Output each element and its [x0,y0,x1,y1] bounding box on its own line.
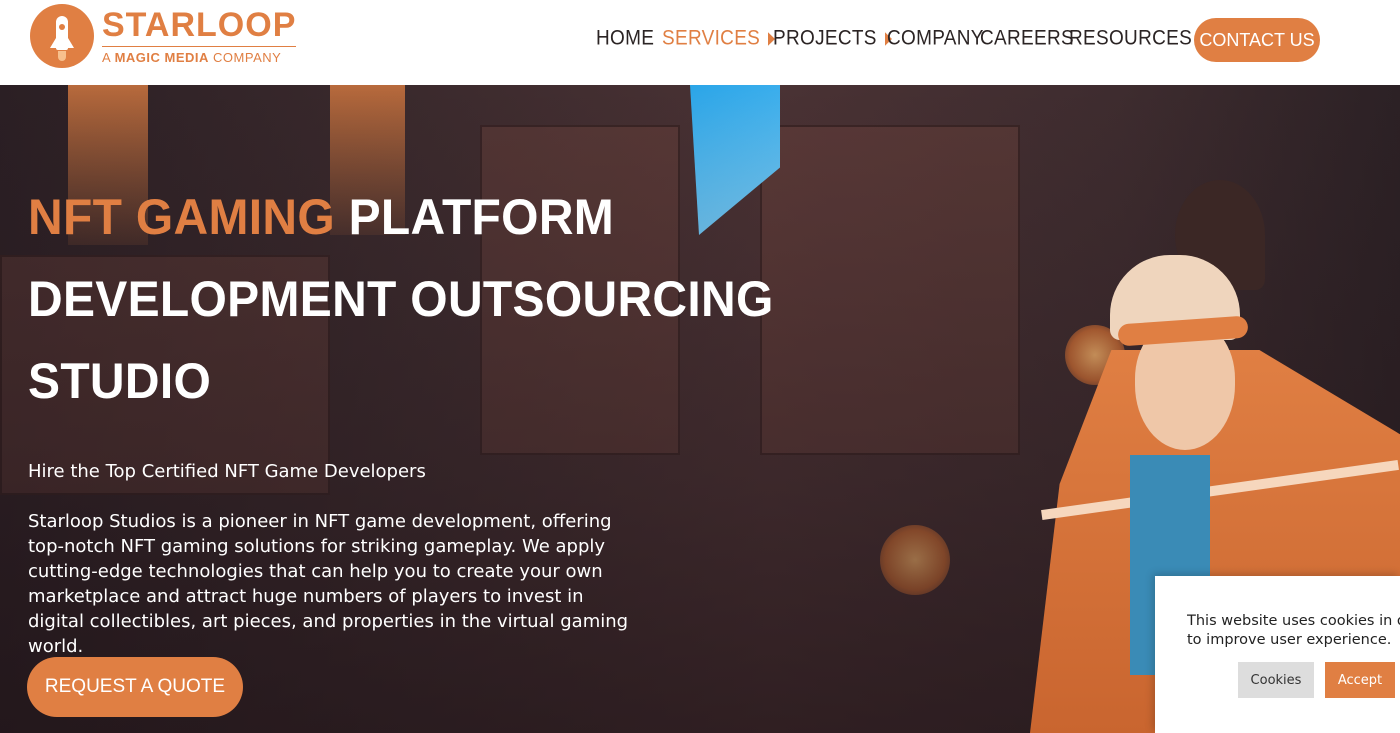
nav-services[interactable]: SERVICES [662,22,776,56]
tagline-suffix: COMPANY [208,50,282,65]
starloop-logo[interactable]: STARLOOP A MAGIC MEDIA COMPANY [30,4,305,70]
cookie-accept-button[interactable]: Accept [1325,662,1395,698]
hero-subtitle: Hire the Top Certified NFT Game Develope… [28,461,426,482]
brand-tagline: A MAGIC MEDIA COMPANY [102,50,281,65]
hero-paragraph: Starloop Studios is a pioneer in NFT gam… [28,511,629,657]
contact-us-button[interactable]: CONTACT US [1194,18,1320,62]
nav-projects-label: PROJECTS [773,26,877,51]
tagline-prefix: A [102,50,115,65]
cookie-settings-button[interactable]: Cookies [1238,662,1314,698]
cookie-message-line2: to improve user experience. [1187,632,1392,648]
tagline-bold: MAGIC MEDIA [114,50,209,65]
nav-home-label: HOME [596,26,655,51]
site-header: STARLOOP A MAGIC MEDIA COMPANY HOME SERV… [0,0,1400,85]
hero-title-accent: NFT GAMING [28,189,335,246]
hero-title-line2: DEVELOPMENT OUTSOURCING [28,271,774,328]
hero-title-line1-rest: PLATFORM [334,189,615,246]
nav-services-label: SERVICES [662,26,761,51]
logo-divider [102,46,296,47]
cookie-message-line1: This website uses cookies in o [1187,613,1400,629]
hero-title-line3: STUDIO [28,353,212,410]
nav-careers-label: CAREERS [980,26,1074,51]
rocket-logo-icon [30,4,94,68]
request-quote-button[interactable]: REQUEST A QUOTE [27,657,243,717]
brand-name: STARLOOP [102,6,297,44]
nav-company-label: COMPANY [887,26,984,51]
nav-home[interactable]: HOME [596,22,654,56]
cookie-message: This website uses cookies in o to improv… [1187,612,1400,650]
nav-projects[interactable]: PROJECTS [773,22,892,56]
nav-company[interactable]: COMPANY [887,22,984,56]
nav-careers[interactable]: CAREERS [980,22,1074,56]
nav-resources-label: RESOURCES [1069,26,1193,51]
nav-resources[interactable]: RESOURCES [1069,22,1208,56]
cookie-banner: This website uses cookies in o to improv… [1155,576,1400,733]
hero-title-line1: NFT GAMING PLATFORM [28,189,614,247]
